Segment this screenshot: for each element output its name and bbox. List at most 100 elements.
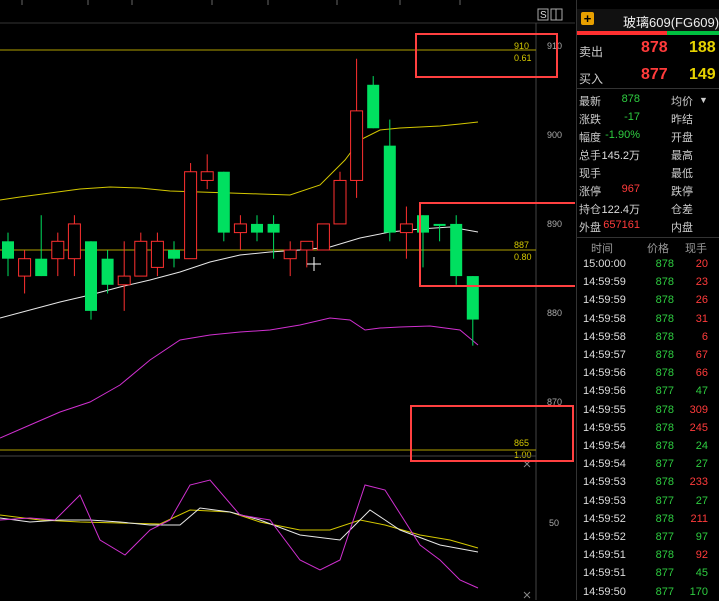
tick-price: 878 (655, 294, 674, 307)
stats-row: 持仓 122.4万 仓差 (577, 199, 719, 217)
tick-row[interactable]: 14:59:54 878 24 (577, 437, 719, 455)
tick-volume: 245 (689, 421, 708, 434)
tick-volume: 92 (695, 549, 708, 562)
stats-row: 总手 145.2万 最高 (577, 145, 719, 163)
stat-label-2: 昨结 (671, 114, 693, 126)
fib-ratio-887: 0.80 (514, 252, 532, 262)
tick-price: 878 (655, 421, 674, 434)
tick-time: 14:59:59 (583, 294, 626, 307)
tick-row[interactable]: 14:59:58 878 31 (577, 310, 719, 328)
tick-row[interactable]: 14:59:59 878 26 (577, 291, 719, 309)
axis-label-900: 900 (547, 130, 562, 140)
tick-row[interactable]: 14:59:59 878 23 (577, 273, 719, 291)
buy-price[interactable]: 877 (641, 66, 668, 84)
candle-body[interactable] (85, 241, 97, 311)
tick-volume: 6 (701, 330, 708, 343)
candle-body[interactable] (466, 276, 479, 320)
stat-label-2: 开盘 (671, 132, 693, 144)
tick-row[interactable]: 14:59:51 878 92 (577, 546, 719, 564)
kline-chart[interactable]: S 910 0.61 887 0.80 865 1.00 910 900 890… (0, 0, 575, 600)
tick-row[interactable]: 14:59:51 877 45 (577, 564, 719, 582)
candle-body[interactable] (117, 275, 131, 286)
tick-volume: 170 (689, 585, 708, 598)
tick-time: 14:59:52 (583, 512, 626, 525)
tick-row[interactable]: 14:59:56 878 66 (577, 364, 719, 382)
tick-row[interactable]: 14:59:50 877 170 (577, 583, 719, 601)
tick-time: 14:59:58 (583, 330, 626, 343)
candle-body[interactable] (417, 215, 429, 233)
candle-body[interactable] (217, 171, 230, 233)
tick-row[interactable]: 14:59:53 878 233 (577, 473, 719, 491)
candle-body[interactable] (18, 258, 32, 277)
tick-price: 878 (655, 258, 674, 270)
stats-row: 外盘 657161 内盘 (577, 217, 719, 235)
tick-row[interactable]: 14:59:58 878 6 (577, 328, 719, 346)
ticks-header-price: 价格 (647, 243, 669, 255)
quote-panel: + 玻璃609(FG609) 卖出 878 188 买入 877 149 最新 8… (576, 0, 719, 600)
tick-row[interactable]: 14:59:52 877 97 (577, 528, 719, 546)
candle-body[interactable] (233, 223, 247, 234)
tick-volume: 27 (695, 494, 708, 507)
s-icon-label: S (540, 10, 547, 21)
candle-body[interactable] (267, 223, 280, 233)
fib-price-865: 865 (514, 438, 529, 448)
tick-row[interactable]: 14:59:57 878 67 (577, 346, 719, 364)
candle-body[interactable] (383, 145, 396, 233)
candle-body[interactable] (168, 250, 180, 259)
stats-row: 涨停 967 跌停 (577, 181, 719, 199)
tick-price: 877 (655, 494, 674, 507)
tick-time: 15:00:00 (583, 258, 626, 270)
tick-row[interactable]: 14:59:53 877 27 (577, 492, 719, 510)
candle-body[interactable] (300, 240, 314, 251)
stat-value: 967 (621, 183, 640, 195)
candle-body[interactable] (251, 223, 263, 233)
candle-body[interactable] (450, 223, 463, 277)
candle-body[interactable] (200, 171, 214, 181)
tick-price: 877 (655, 567, 674, 580)
tick-row[interactable]: 14:59:52 878 211 (577, 510, 719, 528)
stat-label: 幅度 (579, 132, 601, 144)
tick-time: 14:59:59 (583, 276, 626, 289)
tick-time: 14:59:54 (583, 440, 626, 452)
tick-time: 14:59:53 (583, 476, 626, 489)
stat-label: 持仓 (579, 204, 601, 216)
candle-body[interactable] (134, 240, 148, 277)
tick-volume: 20 (695, 258, 708, 270)
sell-price[interactable]: 878 (641, 39, 668, 57)
candle-body[interactable] (51, 240, 65, 260)
tick-price: 878 (655, 512, 674, 525)
candle-body[interactable] (350, 110, 364, 181)
stat-label: 涨停 (579, 186, 601, 198)
tick-price: 878 (655, 440, 674, 452)
candle-body[interactable] (150, 240, 164, 268)
tick-time: 14:59:57 (583, 349, 626, 361)
stats-row: 最新 878 均价 ▼ (577, 91, 719, 109)
candle-body[interactable] (101, 258, 114, 285)
dropdown-arrow-icon[interactable]: ▼ (699, 95, 708, 105)
candle-body[interactable] (316, 223, 330, 251)
axis-label-50: 50 (549, 518, 559, 528)
candle-body[interactable] (2, 241, 14, 259)
tick-price: 877 (655, 385, 674, 398)
candle-body[interactable] (67, 223, 81, 260)
candle-body[interactable] (399, 223, 413, 234)
ticks-header: 时间 价格 现手 (577, 237, 719, 255)
candle-body[interactable] (433, 223, 446, 226)
candle-body[interactable] (367, 84, 380, 129)
candle-body[interactable] (283, 249, 297, 260)
tick-row[interactable]: 15:00:00 878 20 (577, 255, 719, 273)
tick-volume: 309 (689, 403, 708, 416)
tick-time: 14:59:56 (583, 385, 626, 398)
add-icon[interactable]: + (581, 12, 594, 25)
fib-price-887: 887 (514, 240, 529, 250)
candle-body[interactable] (184, 171, 198, 260)
stats-row: 现手 最低 (577, 163, 719, 181)
tick-row[interactable]: 14:59:55 878 309 (577, 401, 719, 419)
contract-title: 玻璃609(FG609) (623, 15, 719, 30)
tick-row[interactable]: 14:59:54 877 27 (577, 455, 719, 473)
tick-row[interactable]: 14:59:55 878 245 (577, 419, 719, 437)
candle-body[interactable] (333, 179, 347, 225)
candle-body[interactable] (35, 258, 48, 277)
tick-row[interactable]: 14:59:56 877 47 (577, 382, 719, 400)
s-icon[interactable]: S (537, 8, 549, 21)
